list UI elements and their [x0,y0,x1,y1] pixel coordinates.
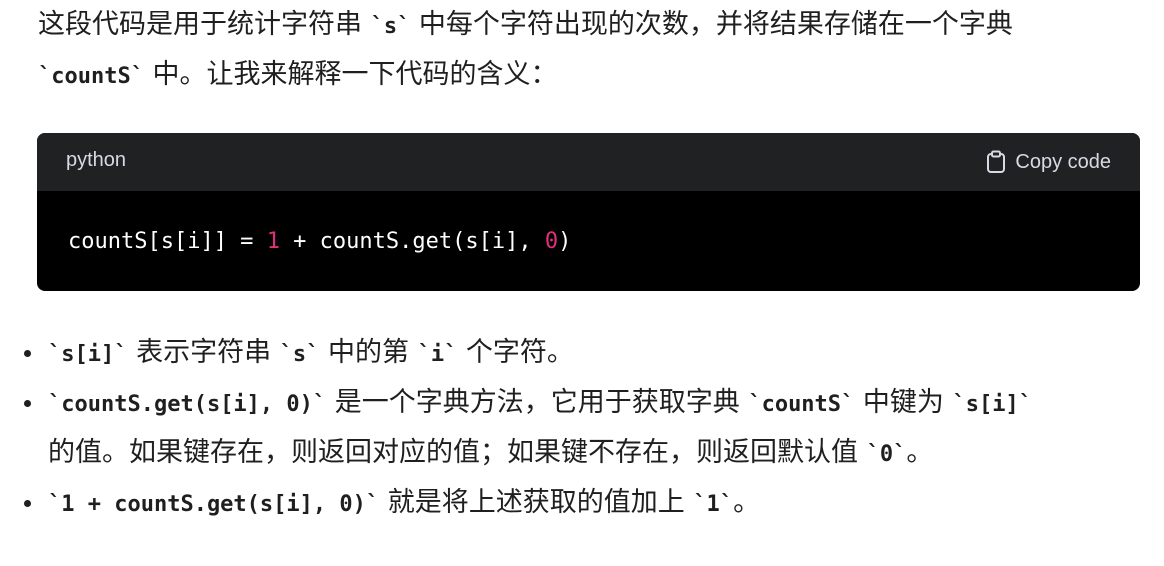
list-item-line: 的值。如果键存在，则返回对应的值；如果键不存在，则返回默认值 `0`。 [48,428,1164,478]
list-text: 中的第 [319,337,418,368]
code-number: 0 [544,229,559,254]
inline-code: `0` [866,442,907,467]
inline-code: `i` [417,342,458,367]
code-token: countS[s[i]] = [68,229,267,254]
inline-code: `s` [370,14,411,39]
list-text: 是一个字典方法，它用于获取字典 [326,387,749,418]
inline-code: `countS` [38,64,144,89]
intro-paragraph: 这段代码是用于统计字符串 `s` 中每个字符出现的次数，并将结果存储在一个字典 … [38,0,1138,100]
list-item: `s[i]` 表示字符串 `s` 中的第 `i` 个字符。 [0,328,1164,378]
copy-code-button[interactable]: Copy code [985,148,1111,176]
list-text: 表示字符串 [127,337,280,368]
bullet-dot [24,350,31,357]
list-text: 个字符。 [457,337,574,368]
chat-response: 这段代码是用于统计字符串 `s` 中每个字符出现的次数，并将结果存储在一个字典 … [0,0,1164,566]
bullet-dot [24,500,31,507]
list-text: 。 [733,487,761,518]
inline-code: `1 + countS.get(s[i], 0)` [48,492,380,517]
inline-code: `countS.get(s[i], 0)` [48,392,327,417]
list-text: 就是将上述获取的值加上 [379,487,694,518]
code-token: + countS.get(s[i], [279,229,545,254]
bullet-dot [24,400,31,407]
list-text: 。 [906,437,934,468]
list-item-line: `s[i]` 表示字符串 `s` 中的第 `i` 个字符。 [48,328,1164,378]
code-block: python Copy code countS[s[i]] = 1 + coun… [37,133,1140,291]
code-block-header: python Copy code [37,133,1140,191]
code-language-label: python [66,149,127,171]
intro-text: 这段代码是用于统计字符串 [38,9,371,40]
code-number: 1 [266,229,280,254]
list-item-line: `1 + countS.get(s[i], 0)` 就是将上述获取的值加上 `1… [48,478,1164,528]
list-text: 中键为 [854,387,953,418]
list-item: `countS.get(s[i], 0)` 是一个字典方法，它用于获取字典 `c… [0,378,1164,478]
inline-code: `s` [279,342,320,367]
code-token: ) [558,229,572,254]
code-line: countS[s[i]] = 1 + countS.get(s[i], 0) [68,229,571,254]
intro-line-2: `countS` 中。让我来解释一下代码的含义： [38,50,1138,100]
bullet-list: `s[i]` 表示字符串 `s` 中的第 `i` 个字符。 `countS.ge… [0,328,1164,528]
inline-code: `s[i]` [48,342,128,367]
list-item-line: `countS.get(s[i], 0)` 是一个字典方法，它用于获取字典 `c… [48,378,1164,428]
intro-line-1: 这段代码是用于统计字符串 `s` 中每个字符出现的次数，并将结果存储在一个字典 [38,0,1138,50]
intro-text: 中。让我来解释一下代码的含义： [143,59,558,90]
inline-code: `s[i]` [952,392,1032,417]
list-text: 的值。如果键存在，则返回对应的值；如果键不存在，则返回默认值 [48,437,867,468]
intro-text: 中每个字符出现的次数，并将结果存储在一个字典 [410,9,1013,40]
clipboard-icon [985,150,1007,174]
inline-code: `1` [693,492,734,517]
list-item: `1 + countS.get(s[i], 0)` 就是将上述获取的值加上 `1… [0,478,1164,528]
inline-code: `countS` [748,392,855,417]
copy-code-label: Copy code [1015,150,1111,173]
